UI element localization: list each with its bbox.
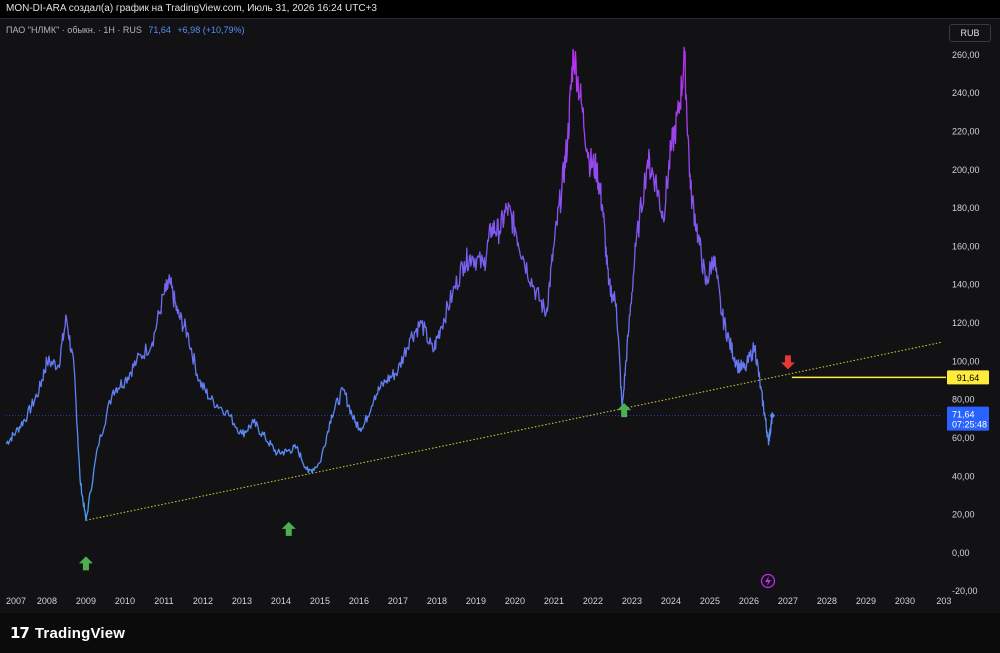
- x-tick-label: 2009: [76, 596, 96, 606]
- x-tick-label: 2022: [583, 596, 603, 606]
- x-tick-label: 2021: [544, 596, 564, 606]
- x-tick-label: 2025: [700, 596, 720, 606]
- x-tick-label: 2028: [817, 596, 837, 606]
- x-tick-label: 2011: [154, 596, 173, 606]
- last-price-label: 71,64: [952, 410, 975, 420]
- x-tick-label: 2015: [310, 596, 330, 606]
- x-tick-label: 203: [936, 596, 951, 606]
- level-label: 91,64: [957, 373, 980, 383]
- y-tick-label: 180,00: [952, 203, 980, 213]
- x-tick-label: 2019: [466, 596, 486, 606]
- legend-last-price: 71,64: [148, 25, 171, 35]
- up-arrow-icon: [281, 521, 296, 536]
- bar-countdown-label: 07:25:48: [952, 420, 987, 430]
- symbol-name: ПАО "НЛМК" · обыкн. · 1Н · RUS: [6, 25, 142, 35]
- x-tick-label: 2030: [895, 596, 915, 606]
- y-tick-label: 80,00: [952, 395, 975, 405]
- y-tick-label: 220,00: [952, 127, 980, 137]
- y-tick-label: 0,00: [952, 548, 970, 558]
- chart-legend: ПАО "НЛМК" · обыкн. · 1Н · RUS 71,64 +6,…: [6, 23, 244, 37]
- x-tick-label: 2008: [37, 596, 57, 606]
- x-tick-label: 2023: [622, 596, 642, 606]
- footer: 17 TradingView: [0, 613, 1000, 653]
- tradingview-logo[interactable]: 17 TradingView: [10, 623, 125, 643]
- x-tick-label: 2014: [271, 596, 291, 606]
- support-trendline: [85, 341, 943, 521]
- up-arrow-icon: [78, 556, 93, 571]
- y-tick-label: 260,00: [952, 50, 980, 60]
- y-tick-label: 20,00: [952, 510, 975, 520]
- y-tick-label: 60,00: [952, 433, 975, 443]
- tradingview-brand: TradingView: [34, 624, 126, 642]
- x-tick-label: 2029: [856, 596, 876, 606]
- event-lightning-icon: [760, 573, 776, 589]
- legend-change: +6,98 (+10,79%): [177, 25, 245, 35]
- x-tick-label: 2013: [232, 596, 252, 606]
- x-tick-label: 2027: [778, 596, 798, 606]
- x-tick-label: 2017: [388, 596, 408, 606]
- x-tick-label: 2026: [739, 596, 759, 606]
- y-tick-label: 240,00: [952, 88, 980, 98]
- y-tick-label: 100,00: [952, 356, 980, 366]
- price-chart[interactable]: -20,00 0,00 20,00 40,00 60,00 80,00 100,00 120,…: [0, 0, 1000, 612]
- x-tick-label: 2020: [505, 596, 525, 606]
- up-arrow-icon: [617, 403, 632, 418]
- tradingview-icon: 17: [10, 624, 30, 642]
- x-tick-label: 2012: [193, 596, 213, 606]
- lightning-bolt: [765, 576, 771, 586]
- y-tick-label: 120,00: [952, 318, 980, 328]
- last-point-dot: [770, 413, 775, 418]
- y-tick-label: 200,00: [952, 165, 980, 175]
- x-tick-label: 2018: [427, 596, 447, 606]
- x-tick-label: 2007: [6, 596, 26, 606]
- y-tick-label: -20,00: [952, 586, 978, 596]
- price-line: [5, 46, 773, 521]
- y-tick-label: 140,00: [952, 280, 980, 290]
- down-arrow-icon: [780, 355, 795, 370]
- currency-button[interactable]: RUB: [949, 24, 991, 42]
- y-tick-label: 160,00: [952, 241, 980, 251]
- x-tick-label: 2010: [115, 596, 135, 606]
- x-tick-label: 2024: [661, 596, 681, 606]
- x-tick-label: 2016: [349, 596, 369, 606]
- y-tick-label: 40,00: [952, 471, 975, 481]
